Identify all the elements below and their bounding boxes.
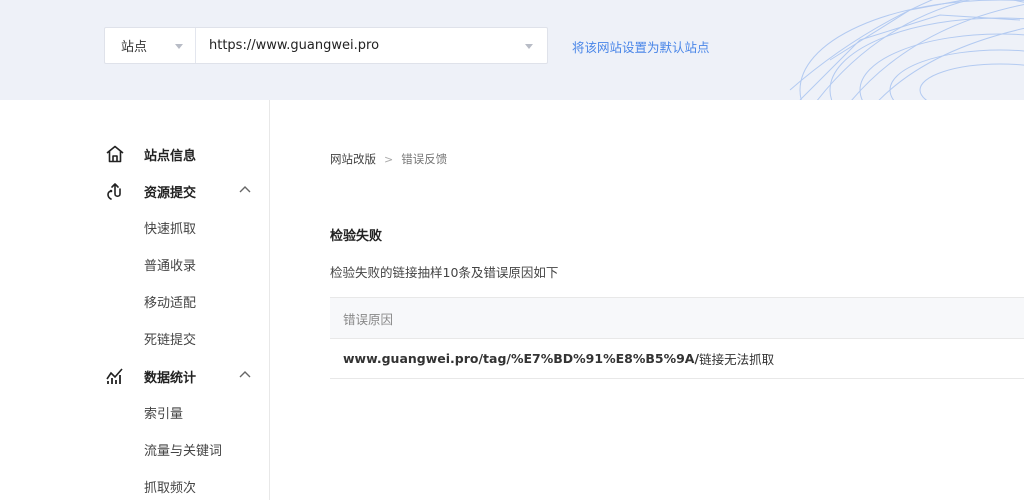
chevron-up-icon[interactable]: [238, 369, 252, 379]
globe-decoration-icon: [789, 0, 1024, 100]
section-description: 检验失败的链接抽样10条及错误原因如下: [330, 265, 559, 280]
chart-icon: [104, 366, 126, 386]
breadcrumb-separator: >: [384, 152, 394, 166]
site-url-dropdown[interactable]: https://www.guangwei.pro: [196, 28, 547, 63]
caret-down-icon: [525, 44, 533, 49]
sidebar-item-site-info[interactable]: 站点信息: [104, 144, 254, 164]
submit-icon: [104, 181, 126, 201]
error-table: 错误原因 www.guangwei.pro/tag/%E7%BD%91%E8%B…: [330, 297, 1024, 379]
error-reason: 链接无法抓取: [699, 352, 775, 367]
sidebar-item-mobile-adapt[interactable]: 移动适配: [144, 292, 196, 311]
sidebar-group-label: 数据统计: [144, 370, 197, 386]
sidebar-item-index-count[interactable]: 索引量: [144, 403, 183, 422]
caret-down-icon: [175, 44, 183, 49]
sidebar-item-dead-link-submit[interactable]: 死链提交: [144, 329, 196, 348]
sidebar-item-fast-crawl[interactable]: 快速抓取: [144, 218, 196, 237]
table-header: 错误原因: [330, 297, 1024, 339]
set-default-site-link[interactable]: 将该网站设置为默认站点: [572, 37, 710, 56]
sidebar-item-crawl-frequency[interactable]: 抓取频次: [144, 477, 196, 496]
sidebar-item-label: 站点信息: [144, 148, 197, 164]
site-url-value: https://www.guangwei.pro: [209, 38, 380, 53]
site-selector: 站点 https://www.guangwei.pro: [104, 27, 548, 64]
breadcrumb-parent[interactable]: 网站改版: [330, 151, 376, 167]
sidebar-item-traffic-keywords[interactable]: 流量与关键词: [144, 440, 222, 459]
chevron-up-icon[interactable]: [238, 184, 252, 194]
sidebar-item-normal-index[interactable]: 普通收录: [144, 255, 196, 274]
site-type-label: 站点: [121, 40, 148, 55]
breadcrumb-current: 错误反馈: [401, 152, 448, 166]
home-icon: [104, 144, 126, 164]
sidebar-group-label: 资源提交: [144, 185, 197, 201]
breadcrumb: 网站改版 > 错误反馈: [330, 151, 447, 167]
error-url: www.guangwei.pro/tag/%E7%BD%91%E8%B5%9A/: [343, 351, 700, 366]
sidebar-group-resource-submit[interactable]: 资源提交: [104, 181, 254, 201]
sidebar-group-data-stats[interactable]: 数据统计: [104, 366, 254, 386]
site-type-dropdown[interactable]: 站点: [105, 28, 196, 63]
table-row: www.guangwei.pro/tag/%E7%BD%91%E8%B5%9A/…: [330, 339, 1024, 379]
column-header-error-reason: 错误原因: [343, 311, 394, 327]
section-title: 检验失败: [330, 229, 383, 244]
top-bar: 站点 https://www.guangwei.pro 将该网站设置为默认站点: [0, 0, 1024, 100]
